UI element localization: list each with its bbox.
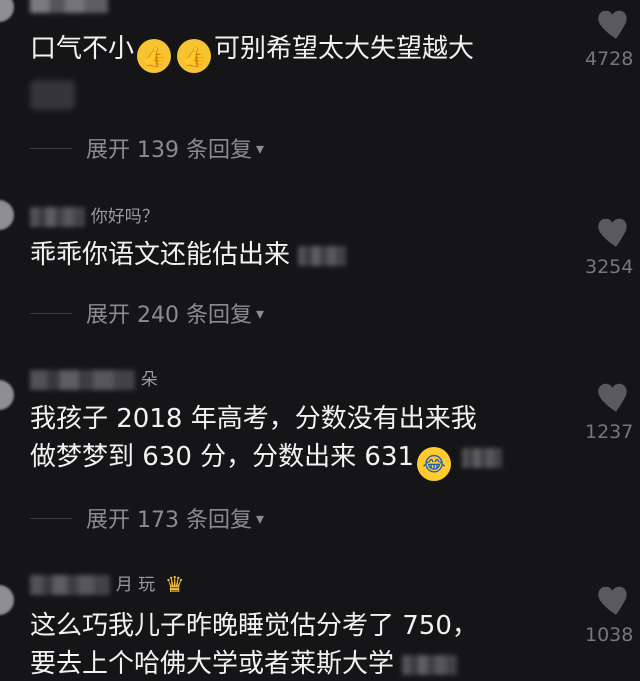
divider bbox=[30, 312, 72, 314]
expand-replies-button[interactable]: 展开 173 条回复 ▾ bbox=[30, 503, 264, 533]
like-button[interactable]: 4728 bbox=[585, 2, 640, 72]
like-button[interactable]: 3254 bbox=[585, 210, 640, 280]
emoji-blurred bbox=[462, 447, 503, 468]
username[interactable]: 你好吗？ bbox=[30, 202, 159, 227]
chevron-down-icon: ▾ bbox=[255, 508, 265, 528]
expand-replies-button[interactable]: 展开 139 条回复 ▾ bbox=[30, 133, 264, 163]
like-count: 1237 bbox=[585, 421, 634, 443]
comment-text: 我孩子 2018 年高考，分数没有出来我 做梦梦到 630 分，分数出来 631… bbox=[30, 400, 503, 481]
laugh-cry-icon: 😂 bbox=[417, 447, 452, 481]
comment-text: 口气不小 👍 👍 可别希望太大失望越大 bbox=[30, 30, 474, 73]
like-count: 1038 bbox=[585, 624, 634, 646]
heart-icon bbox=[598, 586, 627, 615]
divider bbox=[30, 517, 72, 519]
blurred-subtext bbox=[30, 80, 75, 110]
avatar[interactable] bbox=[0, 0, 14, 22]
avatar[interactable] bbox=[0, 200, 14, 230]
username-blurred bbox=[30, 0, 108, 13]
emoji-blurred bbox=[298, 245, 347, 266]
thumbs-up-icon: 👍 bbox=[137, 39, 172, 73]
avatar[interactable] bbox=[0, 585, 14, 615]
username[interactable]: 朵 bbox=[30, 365, 158, 390]
avatar[interactable] bbox=[0, 380, 14, 410]
expand-replies-button[interactable]: 展开 240 条回复 ▾ bbox=[30, 298, 264, 328]
comment-text: 这么巧我儿子昨晚睡觉估分考了 750， 要去上个哈佛大学或者莱斯大学 bbox=[30, 611, 478, 679]
heart-icon bbox=[598, 218, 627, 247]
username-blurred bbox=[30, 207, 85, 227]
like-count: 3254 bbox=[585, 256, 634, 278]
heart-icon bbox=[598, 383, 627, 412]
crown-icon: ♛ bbox=[164, 573, 185, 598]
chevron-down-icon: ▾ bbox=[255, 303, 265, 323]
like-button[interactable]: 1038 bbox=[585, 578, 640, 648]
like-count: 4728 bbox=[585, 48, 634, 70]
username[interactable]: 月 玩 ♛ bbox=[30, 570, 185, 598]
chevron-down-icon: ▾ bbox=[255, 138, 265, 158]
username[interactable] bbox=[30, 0, 108, 13]
username-blurred bbox=[30, 370, 135, 390]
heart-icon bbox=[598, 10, 627, 39]
comment-text: 乖乖你语文还能估出来 bbox=[30, 236, 347, 274]
like-button[interactable]: 1237 bbox=[585, 375, 640, 445]
username-blurred bbox=[30, 575, 110, 595]
divider bbox=[30, 147, 72, 149]
comment-list: 口气不小 👍 👍 可别希望太大失望越大 展开 139 条回复 ▾ 4728 你好吗？ … bbox=[0, 0, 640, 681]
thumbs-up-icon: 👍 bbox=[177, 39, 212, 73]
emoji-blurred bbox=[402, 654, 458, 675]
